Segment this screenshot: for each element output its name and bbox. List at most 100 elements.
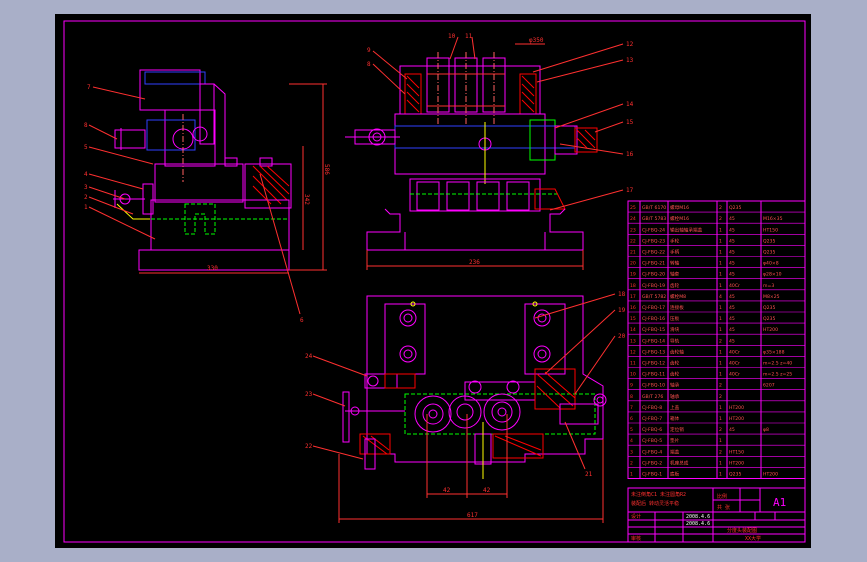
parts-list-cell-material: 45 <box>729 305 735 311</box>
parts-list-cell-qty: 1 <box>719 460 722 466</box>
parts-list-cell-name: 定位销 <box>670 426 684 433</box>
drawing-sheet: 7 8 5 4 3 2 1 330 586 342 6 9 8 10 11 12… <box>55 14 811 548</box>
parts-list-cell-note: HT200 <box>763 327 778 333</box>
parts-list-cell-code: CJ-FBQ-24 <box>642 227 665 233</box>
parts-list-cell-code: CJ-FBQ-15 <box>642 327 665 333</box>
drawing-title: 分度头装配图 <box>727 527 757 534</box>
balloon-13: 13 <box>626 57 634 64</box>
balloon-17: 17 <box>626 187 634 194</box>
parts-list-cell-material: 40Cr <box>729 283 740 289</box>
parts-list-cell-note: m=2.5 z=25 <box>763 372 792 378</box>
parts-list-cell-name: 轴承 <box>670 393 680 400</box>
dim-left-height-outer: 586 <box>323 164 330 175</box>
parts-list-cell-code: CJ-FBQ-22 <box>642 250 665 256</box>
parts-list-cell-material: Q235 <box>729 205 741 211</box>
date-1: 2008.4.6 <box>686 514 710 520</box>
parts-list-cell-material: 45 <box>729 316 735 322</box>
parts-list-cell-material: 45 <box>729 338 735 344</box>
dim-pitch-right: 42 <box>483 487 491 494</box>
parts-list-cell-qty: 2 <box>719 205 722 211</box>
parts-list-cell-name: 机座总成 <box>670 459 689 466</box>
balloon-7: 7 <box>87 84 91 91</box>
parts-list: 25 GB/T 6170 螺母M16 2 Q23524 GB/T 5783 螺栓M16 2 45… <box>627 200 806 479</box>
title-note-2: 装配后 转动灵活平稳 <box>631 500 679 507</box>
parts-list-cell-name: 上盖 <box>670 404 680 411</box>
balloon-2: 2 <box>84 194 88 201</box>
parts-list-cell-note: m=3 <box>763 283 774 289</box>
parts-list-cell-name: 垫片 <box>670 437 680 444</box>
parts-list-cell-note: HT200 <box>763 472 778 478</box>
balloon-23: 23 <box>305 391 313 398</box>
parts-list-cell-code: CJ-FBQ-8 <box>642 405 662 411</box>
balloon-8b: 8 <box>367 61 371 68</box>
parts-list-cell-name: 齿轮轴 <box>670 348 684 355</box>
parts-list-cell-material: 45 <box>729 327 735 333</box>
parts-list-cell-code: CJ-FBQ-14 <box>642 338 665 344</box>
parts-list-cell-material: HT150 <box>729 449 744 455</box>
parts-list-cell-no: 17 <box>630 294 636 300</box>
parts-list-cell-material: 45 <box>729 294 735 300</box>
parts-list-cell-name: 输出轴轴承端盖 <box>670 226 703 233</box>
parts-list-cell-qty: 1 <box>719 416 722 422</box>
balloon-11: 11 <box>465 33 473 40</box>
parts-list-cell-no: 9 <box>630 383 633 389</box>
parts-list-cell-qty: 1 <box>719 405 722 411</box>
parts-list-cell-code: GB/T 5783 <box>642 216 666 222</box>
parts-list-cell-qty: 1 <box>719 316 722 322</box>
parts-list-cell-no: 16 <box>630 305 636 311</box>
parts-list-cell-name: 滑块 <box>670 326 680 333</box>
parts-list-cell-code: CJ-FBQ-12 <box>642 361 665 367</box>
scale-label: 比例 <box>717 493 727 500</box>
parts-list-cell-no: 11 <box>630 361 636 367</box>
parts-list-cell-qty: 1 <box>719 305 722 311</box>
dim-pitch-left: 42 <box>443 487 451 494</box>
parts-list-cell-name: 压板 <box>670 315 680 322</box>
parts-list-cell-no: 2 <box>630 460 633 466</box>
parts-list-cell-material: 45 <box>729 238 735 244</box>
parts-list-cell-code: CJ-FBQ-19 <box>642 283 665 289</box>
parts-list-cell-qty: 1 <box>719 272 722 278</box>
parts-list-cell-qty: 1 <box>719 261 722 267</box>
parts-list-cell-qty: 1 <box>719 372 722 378</box>
parts-list-cell-code: GB/T 5782 <box>642 294 666 300</box>
parts-list-cell-note: φ8 <box>763 427 769 433</box>
parts-list-cell-qty: 2 <box>719 449 722 455</box>
parts-list-cell-no: 20 <box>630 261 636 267</box>
balloon-4: 4 <box>84 171 88 178</box>
parts-list-cell-no: 6 <box>630 416 633 422</box>
parts-list-cell-qty: 1 <box>719 472 722 478</box>
parts-list-cell-code: CJ-FBQ-11 <box>642 372 665 378</box>
designer-label: 设计 <box>631 513 641 520</box>
parts-list-cell-name: 齿轮 <box>670 282 680 289</box>
parts-list-cell-no: 19 <box>630 272 636 278</box>
balloon-24: 24 <box>305 353 313 360</box>
parts-list-cell-name: 箱体 <box>670 415 680 422</box>
parts-list-cell-material: 45 <box>729 250 735 256</box>
parts-list-cell-code: CJ-FBQ-1 <box>642 472 662 478</box>
parts-list-cell-name: 转轴 <box>670 260 680 267</box>
checker-label: 审核 <box>631 535 641 542</box>
parts-list-cell-note: Q235 <box>763 250 775 256</box>
parts-list-cell-qty: 2 <box>719 427 722 433</box>
parts-list-cell-code: CJ-FBQ-5 <box>642 438 662 444</box>
parts-list-cell-qty: 1 <box>719 250 722 256</box>
dim-front-top-note: φ350 <box>529 37 544 44</box>
parts-list-cell-code: CJ-FBQ-20 <box>642 272 665 278</box>
front-view <box>345 36 624 270</box>
school-name: XX大学 <box>745 535 761 542</box>
parts-list-cell-qty: 2 <box>719 338 722 344</box>
parts-list-cell-name: 底板 <box>670 471 680 478</box>
leader-label-6: 6 <box>300 317 304 324</box>
balloon-8: 8 <box>84 122 88 129</box>
parts-list-cell-note: M8×25 <box>763 294 780 300</box>
dim-left-height-inner: 342 <box>303 194 310 205</box>
balloon-20: 20 <box>618 333 626 340</box>
parts-list-cell-no: 4 <box>630 438 633 444</box>
balloon-14: 14 <box>626 101 634 108</box>
parts-list-cell-name: 导轨 <box>670 337 680 344</box>
parts-list-cell-note: Q235 <box>763 238 775 244</box>
parts-list-cell-name: 端盖 <box>670 448 680 455</box>
parts-list-cell-material: HT200 <box>729 416 744 422</box>
balloon-15: 15 <box>626 119 634 126</box>
parts-list-cell-material: HT200 <box>729 460 744 466</box>
